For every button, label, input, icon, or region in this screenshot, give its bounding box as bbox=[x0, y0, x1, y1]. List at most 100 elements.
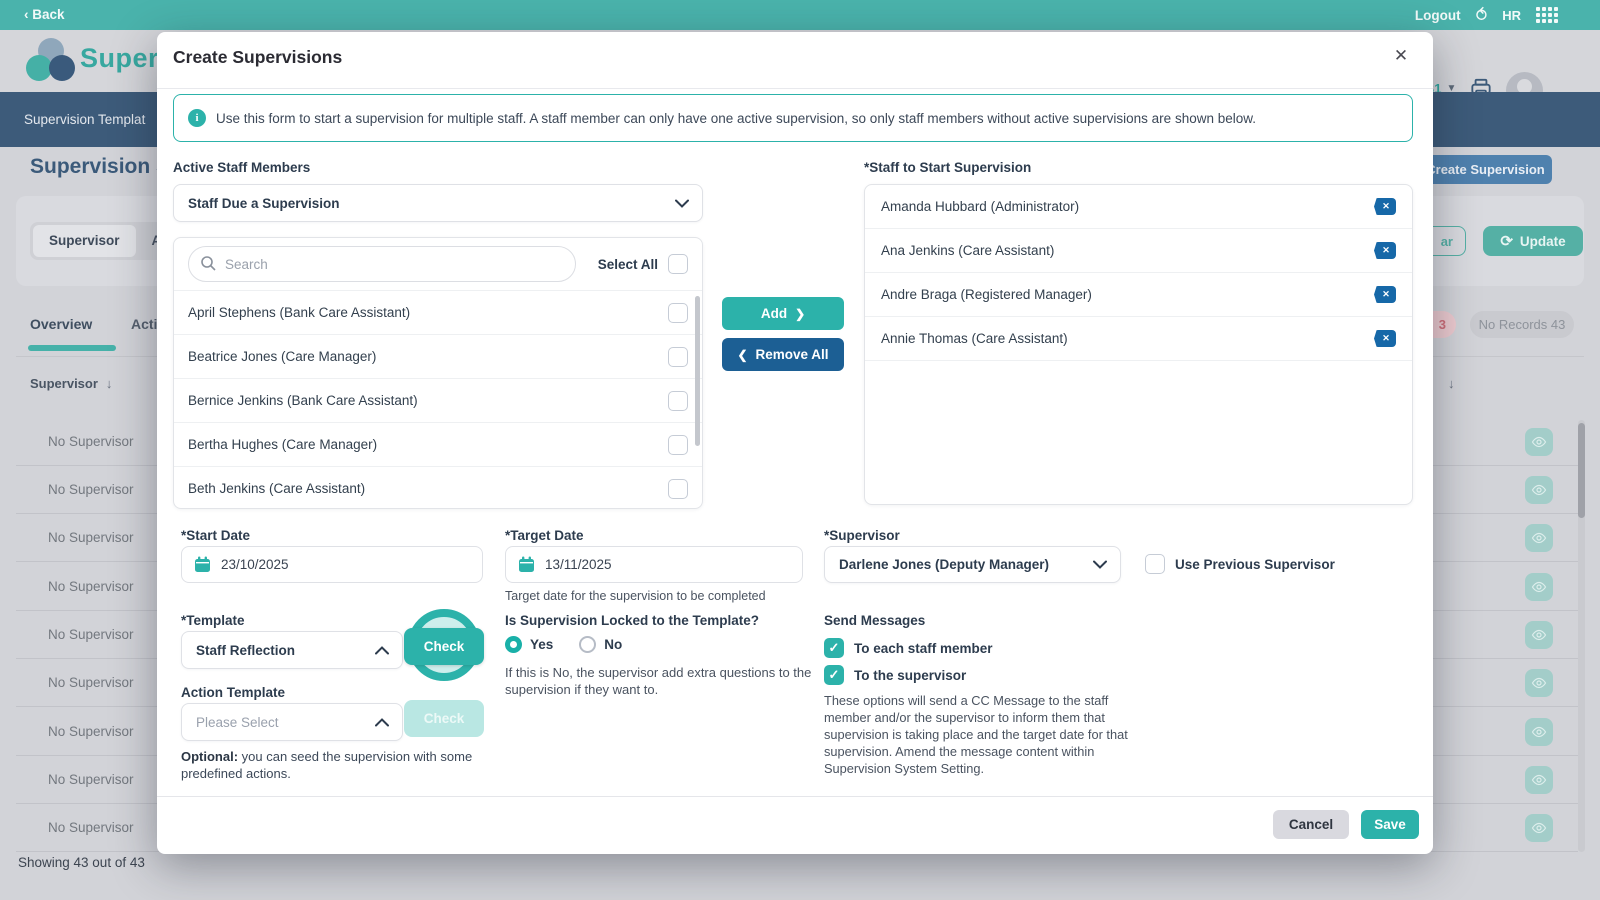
search-input[interactable] bbox=[188, 246, 576, 282]
sort-descending-icon: ↓ bbox=[106, 376, 113, 391]
staff-checkbox[interactable] bbox=[668, 391, 688, 411]
tab-overview[interactable]: Overview bbox=[30, 316, 92, 332]
action-template-label: Action Template bbox=[181, 685, 285, 700]
supervisor-select[interactable]: Darlene Jones (Deputy Manager) bbox=[824, 546, 1121, 583]
staff-list-item[interactable]: April Stephens (Bank Care Assistant) bbox=[174, 290, 702, 334]
modal-header-divider bbox=[157, 88, 1433, 89]
view-row-button[interactable] bbox=[1525, 428, 1553, 456]
checked-checkbox-icon[interactable]: ✓ bbox=[824, 665, 844, 685]
optional-note: Optional: you can seed the supervision w… bbox=[181, 748, 517, 782]
staff-checkbox[interactable] bbox=[668, 347, 688, 367]
locked-question-label: Is Supervision Locked to the Template? bbox=[505, 613, 759, 628]
add-button[interactable]: Add❯ bbox=[722, 297, 844, 330]
selected-staff-item: Annie Thomas (Care Assistant)✕ bbox=[865, 317, 1412, 361]
view-row-button[interactable] bbox=[1525, 621, 1553, 649]
staff-filter-select[interactable]: Staff Due a Supervision bbox=[173, 184, 703, 222]
select-all-label: Select All bbox=[598, 257, 658, 272]
view-row-button[interactable] bbox=[1525, 766, 1553, 794]
update-button[interactable]: ⟳ Update bbox=[1483, 226, 1583, 256]
calendar-icon bbox=[518, 556, 535, 573]
remove-all-button[interactable]: ❮Remove All bbox=[722, 338, 844, 371]
refresh-icon: ⟳ bbox=[1500, 234, 1513, 249]
send-messages-helper: These options will send a CC Message to … bbox=[824, 692, 1136, 777]
staff-list-item[interactable]: Beatrice Jones (Care Manager) bbox=[174, 334, 702, 378]
search-icon bbox=[200, 255, 217, 272]
eye-icon bbox=[1531, 434, 1547, 450]
staff-checkbox[interactable] bbox=[668, 303, 688, 323]
apps-grid-icon[interactable] bbox=[1536, 7, 1558, 23]
remove-staff-icon[interactable]: ✕ bbox=[1374, 198, 1396, 215]
staff-search[interactable] bbox=[188, 246, 576, 282]
staff-list-item[interactable]: Beth Jenkins (Care Assistant) bbox=[174, 466, 702, 510]
remove-staff-icon[interactable]: ✕ bbox=[1374, 242, 1396, 259]
app-logo-icon bbox=[26, 36, 78, 86]
cancel-button[interactable]: Cancel bbox=[1273, 810, 1349, 839]
send-messages-label: Send Messages bbox=[824, 613, 925, 628]
select-all-checkbox[interactable] bbox=[668, 254, 688, 274]
checked-checkbox-icon[interactable]: ✓ bbox=[824, 638, 844, 658]
template-label: *Template bbox=[181, 613, 245, 628]
save-button[interactable]: Save bbox=[1361, 810, 1419, 839]
staff-list-item[interactable]: Bernice Jenkins (Bank Care Assistant) bbox=[174, 378, 702, 422]
start-date-label: *Start Date bbox=[181, 528, 250, 543]
locked-yes-radio[interactable]: Yes bbox=[505, 636, 553, 653]
eye-icon bbox=[1531, 627, 1547, 643]
back-button[interactable]: ‹ Back bbox=[24, 0, 65, 30]
calendar-icon bbox=[194, 556, 211, 573]
supervisor-label: *Supervisor bbox=[824, 528, 900, 543]
available-staff-panel: Select All April Stephens (Bank Care Ass… bbox=[173, 237, 703, 509]
view-row-button[interactable] bbox=[1525, 669, 1553, 697]
locked-no-radio[interactable]: No bbox=[579, 636, 622, 653]
eye-icon bbox=[1531, 530, 1547, 546]
segment-supervisor[interactable]: Supervisor bbox=[33, 225, 136, 257]
chevron-down-icon bbox=[1093, 560, 1107, 569]
modal-footer-divider bbox=[157, 796, 1433, 797]
template-check-button[interactable]: Check bbox=[404, 628, 484, 665]
action-template-select[interactable]: Please Select bbox=[181, 703, 403, 741]
view-row-button[interactable] bbox=[1525, 814, 1553, 842]
target-date-label: *Target Date bbox=[505, 528, 584, 543]
logout-icon[interactable]: ⥀ bbox=[1476, 7, 1488, 24]
info-banner-text: Use this form to start a supervision for… bbox=[216, 111, 1256, 126]
create-supervisions-modal: Create Supervisions ✕ i Use this form to… bbox=[157, 32, 1433, 854]
staff-list-item[interactable]: Bertha Hughes (Care Manager) bbox=[174, 422, 702, 466]
message-supervisor-option[interactable]: ✓ To the supervisor bbox=[824, 665, 966, 685]
table-scrollbar[interactable] bbox=[1578, 420, 1585, 852]
eye-icon bbox=[1531, 482, 1547, 498]
eye-icon bbox=[1531, 675, 1547, 691]
view-row-button[interactable] bbox=[1525, 718, 1553, 746]
staff-checkbox[interactable] bbox=[668, 435, 688, 455]
template-select[interactable]: Staff Reflection bbox=[181, 631, 403, 669]
target-date-input[interactable]: 13/11/2025 bbox=[505, 546, 803, 583]
hr-menu[interactable]: HR bbox=[1502, 8, 1521, 23]
start-date-input[interactable]: 23/10/2025 bbox=[181, 546, 483, 583]
action-template-check-button: Check bbox=[404, 700, 484, 737]
scrollbar-thumb[interactable] bbox=[1578, 423, 1585, 518]
eye-icon bbox=[1531, 772, 1547, 788]
use-previous-supervisor[interactable]: Use Previous Supervisor bbox=[1145, 554, 1335, 574]
view-row-button[interactable] bbox=[1525, 476, 1553, 504]
column-header-supervisor[interactable]: Supervisor ↓ bbox=[30, 376, 112, 391]
remove-staff-icon[interactable]: ✕ bbox=[1374, 330, 1396, 347]
chevron-down-icon bbox=[675, 199, 689, 208]
active-tab-underline bbox=[28, 345, 116, 351]
use-previous-checkbox[interactable] bbox=[1145, 554, 1165, 574]
message-staff-option[interactable]: ✓ To each staff member bbox=[824, 638, 993, 658]
chevron-up-icon bbox=[375, 646, 389, 655]
view-row-button[interactable] bbox=[1525, 573, 1553, 601]
close-icon[interactable]: ✕ bbox=[1389, 44, 1413, 68]
logout-button[interactable]: Logout bbox=[1415, 8, 1461, 23]
view-row-button[interactable] bbox=[1525, 524, 1553, 552]
remove-staff-icon[interactable]: ✕ bbox=[1374, 286, 1396, 303]
staff-checkbox[interactable] bbox=[668, 479, 688, 499]
nav-item-supervision-templates[interactable]: Supervision Templat bbox=[24, 92, 145, 147]
selected-staff-item: Amanda Hubbard (Administrator)✕ bbox=[865, 185, 1412, 229]
target-date-helper: Target date for the supervision to be co… bbox=[505, 588, 815, 604]
chevron-up-icon bbox=[375, 718, 389, 727]
radio-unselected-icon bbox=[579, 636, 596, 653]
no-records-badge: No Records 43 bbox=[1470, 311, 1574, 338]
page-title: Supervision S bbox=[30, 155, 170, 179]
selected-staff-panel: Amanda Hubbard (Administrator)✕ Ana Jenk… bbox=[864, 184, 1413, 505]
active-staff-label: Active Staff Members bbox=[173, 160, 310, 175]
list-scrollbar-thumb[interactable] bbox=[695, 296, 700, 446]
